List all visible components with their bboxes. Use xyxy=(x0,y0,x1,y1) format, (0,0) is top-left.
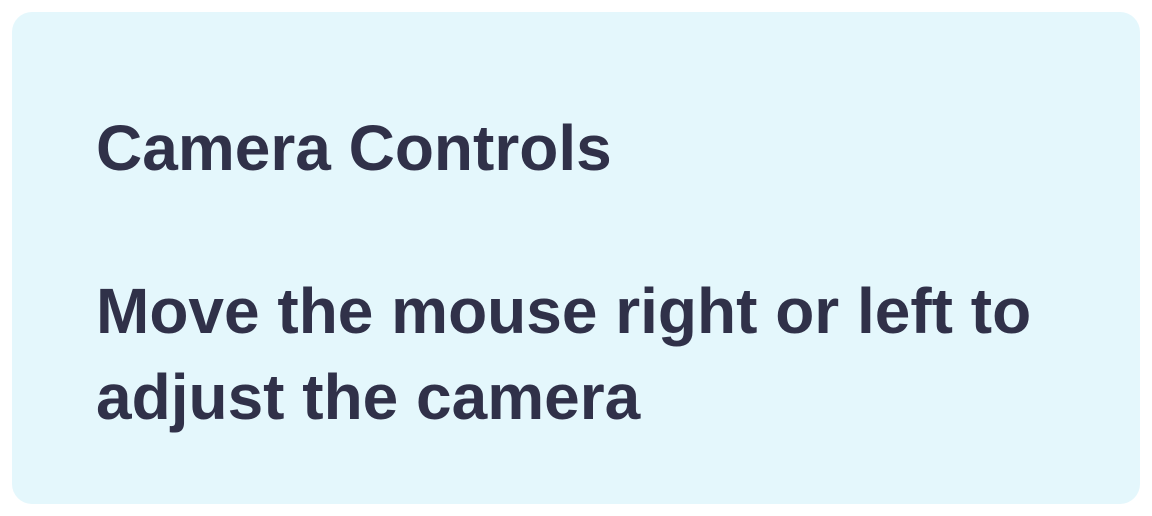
camera-controls-panel: Camera Controls Move the mouse right or … xyxy=(12,12,1140,504)
camera-instruction-text: Move the mouse right or left to adjust t… xyxy=(96,275,1032,433)
panel-title: Camera Controls xyxy=(96,112,612,184)
